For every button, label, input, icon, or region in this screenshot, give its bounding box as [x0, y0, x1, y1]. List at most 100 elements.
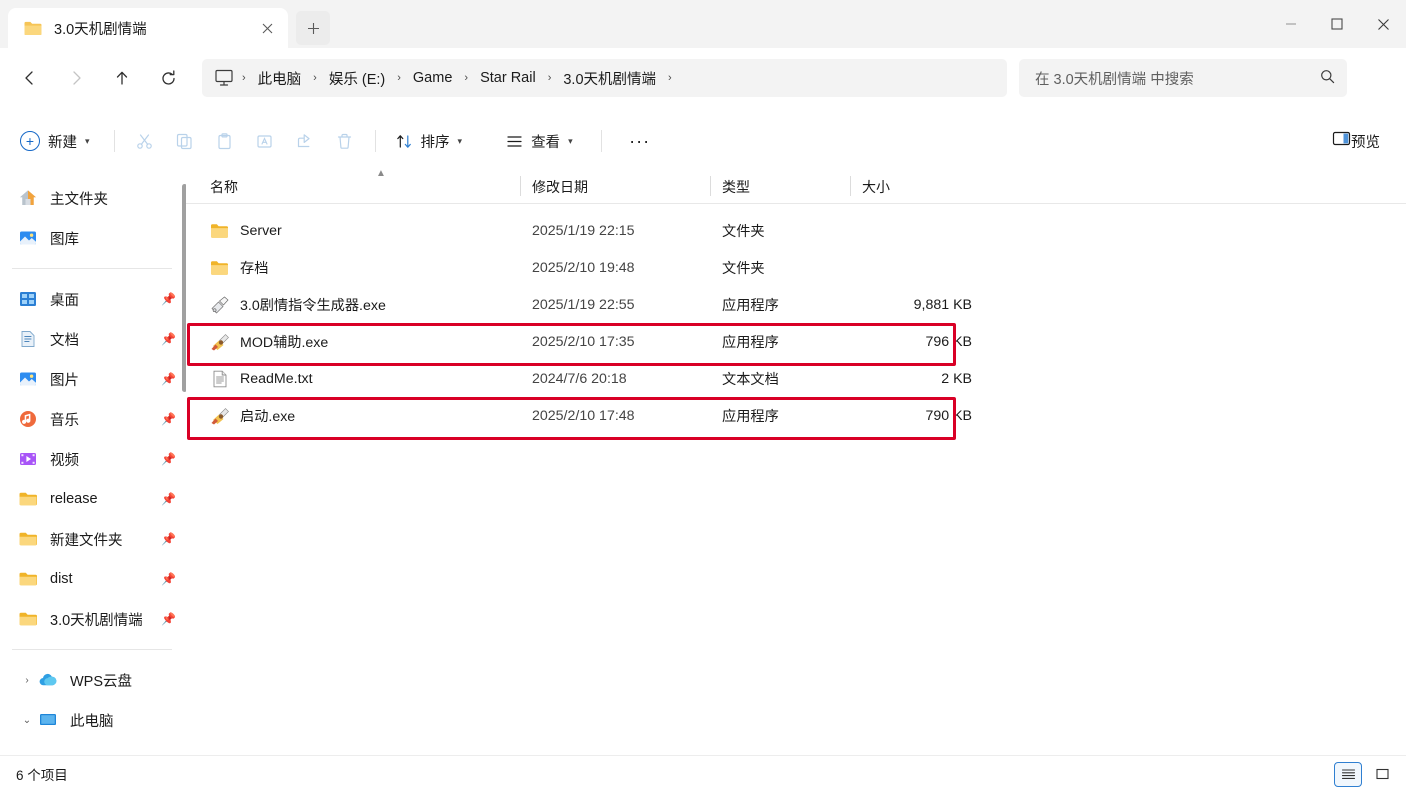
- details-view-button[interactable]: [1334, 762, 1362, 787]
- folder-icon: [18, 529, 38, 549]
- sidebar-item-current-folder[interactable]: 3.0天机剧情端 📌: [6, 599, 180, 639]
- pictures-icon: [18, 369, 38, 389]
- text-file-icon: [210, 370, 230, 388]
- breadcrumb-separator[interactable]: ›: [664, 72, 676, 84]
- pin-icon[interactable]: 📌: [161, 532, 176, 546]
- sidebar-item-new-folder[interactable]: 新建文件夹 📌: [6, 519, 180, 559]
- back-button[interactable]: [12, 60, 48, 96]
- sidebar-item-release[interactable]: release 📌: [6, 479, 180, 519]
- folder-icon: [210, 222, 230, 240]
- column-header-name[interactable]: 名称: [210, 170, 532, 203]
- column-header-date-label: 修改日期: [532, 177, 588, 197]
- title-bar: 3.0天机剧情端: [0, 0, 1406, 48]
- forward-button: [58, 60, 94, 96]
- sort-button[interactable]: 排序 ▾: [386, 123, 473, 159]
- chevron-down-icon: ▾: [85, 136, 90, 147]
- toolbar-divider: [375, 130, 376, 152]
- table-row[interactable]: ReadMe.txt 2024/7/6 20:18 文本文档 2 KB: [186, 360, 1406, 397]
- breadcrumb-item-3[interactable]: Star Rail: [472, 66, 544, 90]
- column-header-size[interactable]: 大小: [862, 170, 972, 203]
- tab-close-icon[interactable]: [252, 13, 282, 43]
- table-row-highlighted[interactable]: MOD辅助.exe 2025/2/10 17:35 应用程序 796 KB: [186, 323, 1406, 360]
- breadcrumb-item-0[interactable]: 此电脑: [250, 64, 310, 93]
- chevron-down-icon[interactable]: ⌄: [18, 715, 36, 726]
- refresh-button[interactable]: [150, 60, 186, 96]
- file-date-cell: 2025/1/19 22:55: [532, 297, 722, 313]
- sidebar-item-label: 桌面: [50, 289, 159, 310]
- file-size-cell: 796 KB: [862, 334, 972, 350]
- preview-pane-button[interactable]: 预览: [1320, 123, 1392, 159]
- column-header-date[interactable]: 修改日期: [532, 170, 722, 203]
- breadcrumb-item-4[interactable]: 3.0天机剧情端: [555, 64, 664, 93]
- pin-icon[interactable]: 📌: [161, 332, 176, 346]
- sidebar-item-home[interactable]: 主文件夹: [6, 178, 180, 218]
- breadcrumb-item-1[interactable]: 娱乐 (E:): [321, 64, 393, 93]
- file-date-cell: 2025/1/19 22:15: [532, 223, 722, 239]
- sidebar-item-label: 新建文件夹: [50, 529, 159, 550]
- sidebar-item-desktop[interactable]: 桌面 📌: [6, 279, 180, 319]
- file-type-cell: 文件夹: [722, 221, 862, 241]
- document-icon: [18, 329, 38, 349]
- tab-strip: 3.0天机剧情端: [0, 0, 330, 48]
- more-options-button[interactable]: ···: [620, 123, 660, 159]
- column-header-type[interactable]: 类型: [722, 170, 862, 203]
- app-exe-icon: [210, 296, 230, 314]
- pin-icon[interactable]: 📌: [161, 572, 176, 586]
- sidebar-item-documents[interactable]: 文档 📌: [6, 319, 180, 359]
- sidebar-item-wps-cloud[interactable]: › WPS云盘: [6, 660, 180, 700]
- table-row-highlighted[interactable]: 启动.exe 2025/2/10 17:48 应用程序 790 KB: [186, 397, 1406, 434]
- details-view-icon: [1341, 767, 1356, 781]
- sidebar-item-label: WPS云盘: [70, 670, 180, 691]
- pin-icon[interactable]: 📌: [161, 412, 176, 426]
- navigation-pane: 主文件夹 图库 桌面 📌 文档: [0, 170, 186, 755]
- new-button[interactable]: + 新建 ▾: [14, 123, 100, 159]
- chevron-right-icon[interactable]: ›: [18, 675, 36, 686]
- file-size-cell: 790 KB: [862, 408, 972, 424]
- plus-circle-icon: +: [20, 131, 40, 151]
- sidebar-item-this-pc[interactable]: ⌄ 此电脑: [6, 700, 180, 740]
- sort-arrows-icon: [396, 133, 413, 150]
- pin-icon[interactable]: 📌: [161, 612, 176, 626]
- file-date-cell: 2025/2/10 19:48: [532, 260, 722, 276]
- table-row[interactable]: Server 2025/1/19 22:15 文件夹: [186, 212, 1406, 249]
- up-button[interactable]: [104, 60, 140, 96]
- maximize-button[interactable]: [1314, 0, 1360, 48]
- table-row[interactable]: 存档 2025/2/10 19:48 文件夹: [186, 249, 1406, 286]
- search-input[interactable]: 在 3.0天机剧情端 中搜索: [1019, 59, 1347, 97]
- table-row[interactable]: 3.0剧情指令生成器.exe 2025/1/19 22:55 应用程序 9,88…: [186, 286, 1406, 323]
- breadcrumb-item-2[interactable]: Game: [405, 66, 461, 90]
- search-icon[interactable]: [1320, 69, 1335, 88]
- rename-icon: [256, 133, 273, 150]
- paste-button: [205, 123, 245, 159]
- list-lines-icon: [506, 133, 523, 150]
- sidebar-item-dist[interactable]: dist 📌: [6, 559, 180, 599]
- toolbar-divider: [601, 130, 602, 152]
- view-button[interactable]: 查看 ▾: [496, 123, 583, 159]
- address-bar[interactable]: › 此电脑 › 娱乐 (E:) › Game › Star Rail › 3.0…: [202, 59, 1007, 97]
- pc-icon[interactable]: [213, 68, 235, 88]
- sidebar-item-pictures[interactable]: 图片 📌: [6, 359, 180, 399]
- sidebar-item-videos[interactable]: 视频 📌: [6, 439, 180, 479]
- sidebar-item-label: 文档: [50, 329, 159, 350]
- sidebar-item-music[interactable]: 音乐 📌: [6, 399, 180, 439]
- pin-icon[interactable]: 📌: [161, 292, 176, 306]
- file-type-cell: 应用程序: [722, 332, 862, 352]
- app-exe-icon: [210, 333, 230, 351]
- pin-icon[interactable]: 📌: [161, 452, 176, 466]
- close-button[interactable]: [1360, 0, 1406, 48]
- share-button: [285, 123, 325, 159]
- file-list-pane: ▲ 名称 修改日期 类型 大小 Server: [186, 170, 1406, 755]
- sidebar-item-gallery[interactable]: 图库: [6, 218, 180, 258]
- breadcrumb-separator: ›: [544, 72, 556, 84]
- tab-active[interactable]: 3.0天机剧情端: [8, 8, 288, 48]
- breadcrumb-separator: ›: [460, 72, 472, 84]
- large-icons-view-button[interactable]: [1368, 762, 1396, 787]
- sidebar-item-label: release: [50, 491, 159, 507]
- file-date-cell: 2025/2/10 17:48: [532, 408, 722, 424]
- sidebar-item-label: dist: [50, 571, 159, 587]
- minimize-button[interactable]: [1268, 0, 1314, 48]
- pin-icon[interactable]: 📌: [161, 492, 176, 506]
- new-tab-button[interactable]: [296, 11, 330, 45]
- file-name-cell: 存档: [210, 258, 532, 278]
- pin-icon[interactable]: 📌: [161, 372, 176, 386]
